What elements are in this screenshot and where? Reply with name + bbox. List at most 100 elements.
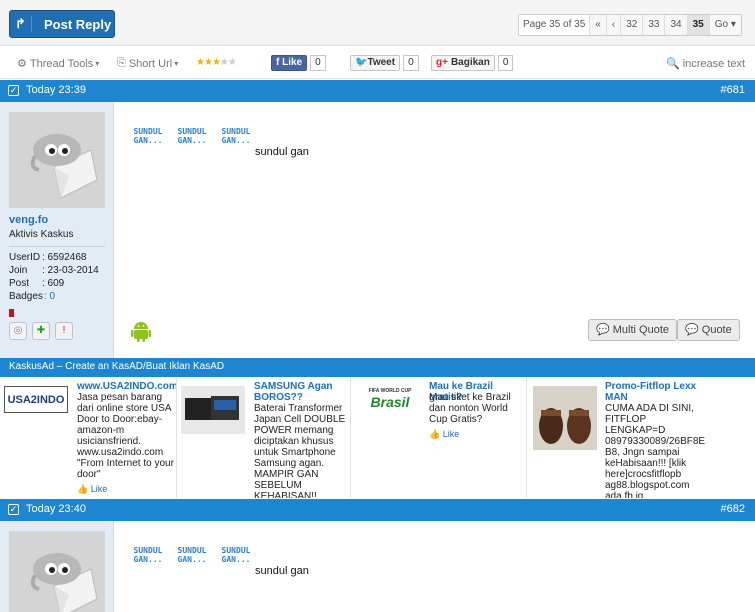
tweet-count: 0 (403, 55, 419, 71)
join-row: Join: 23-03-2014 (9, 265, 99, 276)
ad-like-button[interactable]: 👍 Like (77, 484, 107, 495)
post-count-label: Post (9, 278, 30, 289)
ad-item[interactable]: FIFA WORLD CUP Brasil Mau ke Brazil grat… (351, 378, 527, 498)
star-icon[interactable]: ★ (204, 57, 213, 68)
thread-tools-menu[interactable]: ⚙ Thread Tools ▾ (17, 57, 100, 71)
ad-text: CUMA ADA DI SINI, FITFLOP LENGKAP=D 0897… (605, 403, 706, 498)
ad-thumbnail[interactable] (533, 386, 597, 450)
ad-text: Baterai Transformer Japan Cell DOUBLE PO… (254, 403, 346, 498)
tweet-label: Tweet (367, 57, 396, 68)
multi-quote-button[interactable]: 💬 Multi Quote (588, 319, 678, 341)
first-page-button[interactable]: « (590, 15, 607, 35)
battery-product-image (181, 386, 245, 434)
google-plus-share-button[interactable]: g+ Bagikan (431, 55, 495, 71)
tweet-button[interactable]: 🐦Tweet (350, 55, 401, 71)
like-count: 0 (310, 55, 326, 71)
post-count-row: Post: 609 (9, 278, 64, 289)
page-link[interactable]: 34 (665, 15, 688, 35)
username-link[interactable]: veng.fo (9, 214, 48, 226)
thread-rating[interactable]: ★ ★ ★ ★ ★ (196, 57, 237, 68)
page-link[interactable]: 32 (621, 15, 644, 35)
ad-thumbnail[interactable] (181, 386, 245, 434)
ad-thumbnail-label: USA2INDO (7, 393, 65, 406)
post-reply-button[interactable]: ↱ Post Reply (9, 10, 115, 38)
multi-quote-label: Multi Quote (612, 324, 670, 336)
user-id-row: UserID: 6592468 (9, 252, 87, 263)
ad-like-button[interactable]: 👍 Like (429, 429, 459, 440)
thumbs-up-icon: 👍 (77, 484, 89, 494)
neutral-rep-icon[interactable]: ◎ (9, 322, 27, 340)
post-date: Today 23:39 (26, 84, 86, 96)
increase-text-button[interactable]: 🔍 increase text (666, 57, 746, 71)
ad-item[interactable]: USA2INDO www.USA2INDO.com Jasa pesan bar… (0, 378, 177, 498)
user-actions: ◎ ✚ ! (9, 322, 73, 340)
increase-text-label: increase text (682, 57, 746, 70)
user-id-label: UserID (9, 252, 41, 263)
ad-text: Mau tiket ke Brazil dan nonton World Cup… (429, 392, 511, 425)
default-avatar-icon (9, 531, 105, 612)
ad-item[interactable]: SAMSUNG Agan BOROS?? Baterai Transformer… (177, 378, 351, 498)
google-plus-share: g+ Bagikan 0 (431, 55, 514, 71)
report-icon[interactable]: ! (55, 322, 73, 340)
share-count: 0 (497, 55, 514, 71)
avatar[interactable] (9, 112, 105, 208)
sundul-gan-sticker: SUNDUL GAN... (177, 546, 207, 564)
post-message: sundul gan (255, 565, 309, 577)
post-date: Today 23:40 (26, 503, 86, 515)
ad-title-link[interactable]: SAMSUNG Agan BOROS?? (254, 381, 349, 403)
kaskus-ad-header: KaskusAd – Create an KasAD/Buat Iklan Ka… (0, 358, 755, 377)
short-url-menu[interactable]: ⎘ Short Url ▾ (117, 57, 178, 70)
short-url-label: Short Url (128, 57, 173, 70)
quote-button[interactable]: 💬 Quote (677, 319, 740, 341)
badges-count: : 0 (44, 291, 56, 302)
prev-page-button[interactable]: ‹ (606, 15, 622, 35)
ad-thumbnail[interactable]: FIFA WORLD CUP Brasil (359, 388, 421, 424)
thread-toolbar: ⚙ Thread Tools ▾ ⎘ Short Url ▾ ★ ★ ★ ★ ★ f L… (0, 47, 755, 79)
ad-item[interactable]: Promo-Fitflop Lexx MAN CUMA ADA DI SINI,… (527, 378, 755, 498)
google-plus-icon: g+ (436, 57, 448, 68)
twitter-bird-icon: 🐦 (355, 57, 368, 68)
post-number-link[interactable]: #681 (721, 84, 745, 96)
post-header: ✓ Today 23:39 #681 (0, 80, 755, 102)
star-icon[interactable]: ★ (196, 57, 205, 68)
star-icon[interactable]: ★ (228, 57, 237, 68)
post-number-link[interactable]: #682 (721, 503, 745, 515)
sundul-gan-sticker: SUNDUL GAN... (133, 127, 163, 145)
post-images: SUNDUL GAN... SUNDUL GAN... SUNDUL GAN..… (130, 546, 254, 564)
user-id-value: : 6592468 (42, 252, 87, 263)
sandals-product-image (533, 386, 597, 450)
star-icon[interactable]: ★ (220, 57, 229, 68)
ad-title-link[interactable]: Promo-Fitflop Lexx MAN (605, 381, 701, 403)
facebook-like: f Like 0 (271, 55, 326, 71)
badges-row: Badges: 0 (9, 291, 55, 302)
current-page: 35 (687, 15, 710, 35)
ad-thumbnail[interactable]: USA2INDO (4, 386, 68, 413)
pagination: Page 35 of 35 « ‹ 32 33 34 35 Go ▾ (518, 14, 742, 36)
speech-bubble-icon: 💬 (596, 324, 610, 336)
badges-label: Badges (9, 291, 43, 302)
post-header: ✓ Today 23:40 #682 (0, 499, 755, 521)
page-link[interactable]: 33 (643, 15, 666, 35)
facebook-like-button[interactable]: f Like (271, 55, 308, 71)
avatar[interactable] (9, 531, 105, 612)
badges-value: : 0 (44, 291, 55, 302)
give-cendol-icon[interactable]: ✚ (32, 322, 50, 340)
user-panel (0, 521, 114, 612)
go-button[interactable]: Go ▾ (709, 15, 741, 35)
go-label: Go (714, 19, 729, 30)
zoom-icon: 🔍 (666, 58, 680, 70)
checkbox-icon[interactable]: ✓ (8, 85, 19, 96)
ad-like-label: Like (442, 429, 460, 439)
top-bar: ↱ Post Reply Page 35 of 35 « ‹ 32 33 34 … (0, 0, 755, 46)
user-title: Aktivis Kaskus (9, 229, 74, 240)
chevron-down-icon: ▾ (95, 59, 100, 68)
sundul-gan-sticker: SUNDUL GAN... (221, 546, 251, 564)
link-icon: ⎘ (117, 57, 126, 69)
ad-title-link[interactable]: www.USA2INDO.com (77, 381, 176, 392)
kaskus-ad-title[interactable]: KaskusAd – Create an KasAD/Buat Iklan Ka… (9, 361, 224, 372)
sundul-gan-sticker: SUNDUL GAN... (177, 127, 207, 145)
user-panel: veng.fo Aktivis Kaskus UserID: 6592468 J… (0, 102, 114, 358)
star-icon[interactable]: ★ (212, 57, 221, 68)
default-avatar-icon (9, 112, 105, 208)
checkbox-icon[interactable]: ✓ (8, 504, 19, 515)
